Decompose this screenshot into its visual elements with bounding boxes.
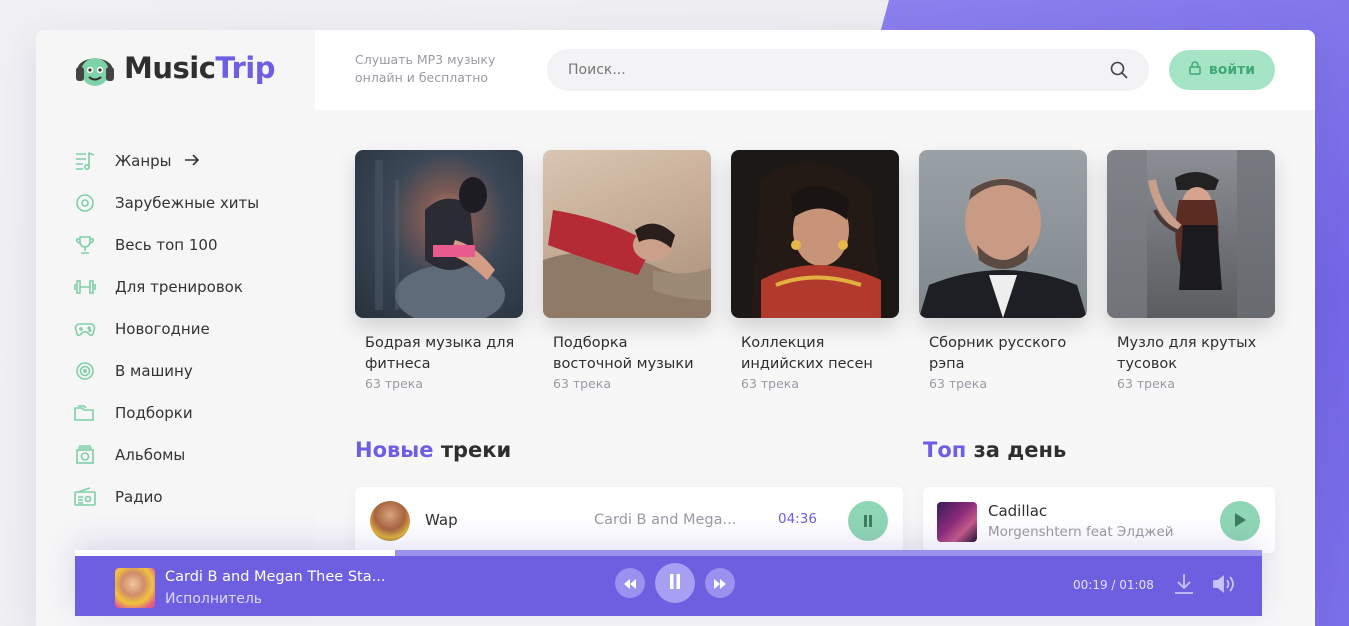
sidebar-item-label: Жанры [115,152,172,170]
trophy-icon [73,233,97,257]
track-title: Wap [425,511,458,529]
login-button[interactable]: войти [1169,50,1275,90]
collection-card[interactable]: Бодрая музыка для фитнеса 63 трека [355,150,523,391]
search-input[interactable] [547,49,1099,91]
sidebar-item-label: В машину [115,362,193,380]
sidebar-item-newyear[interactable]: Новогодние [73,308,259,350]
sidebar-item-label: Весь топ 100 [115,236,218,254]
collection-count: 63 трека [553,376,611,391]
collection-title: Музло для крутых тусовок [1117,335,1257,372]
radio-icon [73,485,97,509]
rewind-icon [624,574,636,593]
lock-icon [1189,61,1201,79]
play-icon [1234,512,1246,531]
sidebar: MusicTrip Жанры Зарубежные хиты Весь топ… [36,30,315,626]
top-track-row[interactable]: Cadillac Morgenshtern feat Элджей [923,487,1275,553]
collection-count: 63 трека [741,376,799,391]
collection-count: 63 трека [1117,376,1175,391]
logo-text: MusicTrip [124,51,276,85]
top-track-title: Cadillac [988,502,1048,520]
player-progress-bar[interactable] [75,550,1262,556]
fast-forward-icon [714,574,726,593]
track-duration: 04:36 [778,511,817,527]
logo-text-trip: Trip [215,51,276,85]
sidebar-item-radio[interactable]: Радио [73,476,259,518]
pause-icon [669,573,681,593]
genres-icon [73,149,97,173]
collection-title: Бодрая музыка для фитнеса [365,335,515,372]
top-track-artist: Morgenshtern feat Элджей [988,524,1174,540]
collection-count: 63 трека [365,376,423,391]
collection-card[interactable]: Подборка восточной музыки 63 трека [543,150,711,391]
previous-button[interactable] [615,568,645,598]
collection-title: Сборник русского рэпа [929,335,1067,372]
collection-title: Коллекция индийских песен [741,335,873,372]
player-artwork [115,568,155,608]
download-icon[interactable] [1172,572,1196,596]
player-track-title: Cardi B and Megan Thee Sta... [165,569,386,585]
new-tracks-heading-rest: треки [440,438,512,462]
collection-image-indian [731,150,899,318]
collection-count: 63 трека [929,376,987,391]
sidebar-item-workout[interactable]: Для тренировок [73,266,259,308]
disc-icon [73,191,97,215]
player-track-artist: Исполнитель [165,591,263,607]
collection-card[interactable]: Коллекция индийских песен 63 трека [731,150,899,391]
arrow-right-icon [184,151,200,172]
sidebar-item-top100[interactable]: Весь топ 100 [73,224,259,266]
sidebar-nav: Жанры Зарубежные хиты Весь топ 100 Для т… [73,140,259,518]
collection-image-rap [919,150,1087,318]
top-day-heading: Топ за день [923,438,1066,462]
site-tagline: Слушать MP3 музыку онлайн и бесплатно [355,52,496,85]
gamepad-icon [73,317,97,341]
wheel-icon [73,359,97,383]
sidebar-item-genres[interactable]: Жанры [73,140,259,182]
collection-card[interactable]: Музло для крутых тусовок 63 трека [1107,150,1275,391]
sidebar-item-albums[interactable]: Альбомы [73,434,259,476]
player-time: 00:19 / 01:08 [1073,578,1154,592]
sidebar-item-collections[interactable]: Подборки [73,392,259,434]
sidebar-item-label: Новогодние [115,320,210,338]
top-day-heading-accent: Топ [923,438,967,462]
login-label: войти [1208,62,1256,78]
new-tracks-heading: Новые треки [355,438,511,462]
dumbbell-icon [73,275,97,299]
logo-headphones-icon [74,47,116,89]
sidebar-item-label: Зарубежные хиты [115,194,260,212]
collection-image-party [1107,150,1275,318]
top-track-artwork [937,502,977,542]
track-row[interactable]: Wap Cardi B and Mega... 04:36 [355,487,903,553]
search-icon[interactable] [1099,50,1139,90]
sidebar-item-car[interactable]: В машину [73,350,259,392]
play-button[interactable] [1220,501,1260,541]
next-button[interactable] [705,568,735,598]
logo-text-music: Music [124,51,216,85]
search-bar [547,49,1149,91]
album-icon [73,443,97,467]
folder-icon [73,401,97,425]
app-window: MusicTrip Жанры Зарубежные хиты Весь топ… [36,30,1315,626]
top-day-heading-rest: за день [973,438,1067,462]
sidebar-item-label: Для тренировок [115,278,243,296]
track-artwork [370,501,410,541]
header: Слушать MP3 музыку онлайн и бесплатно во… [315,30,1315,110]
collection-image-fitness [355,150,523,318]
sidebar-item-label: Альбомы [115,446,186,464]
sidebar-item-label: Радио [115,488,163,506]
collection-title: Подборка восточной музыки [553,335,694,372]
pause-icon [863,512,873,531]
player-progress-fill [75,550,396,556]
logo[interactable]: MusicTrip [74,44,276,92]
collections-grid: Бодрая музыка для фитнеса 63 трека Подбо… [355,150,1275,391]
sidebar-item-foreign-hits[interactable]: Зарубежные хиты [73,182,259,224]
collection-card[interactable]: Сборник русского рэпа 63 трека [919,150,1087,391]
play-pause-button[interactable] [655,563,695,603]
track-artist: Cardi B and Mega... [594,512,737,528]
player-bar: Cardi B and Megan Thee Sta... Исполнител… [75,550,1262,616]
sidebar-item-label: Подборки [115,404,193,422]
pause-button[interactable] [848,501,888,541]
volume-icon[interactable] [1211,572,1237,596]
collection-image-oriental [543,150,711,318]
new-tracks-heading-accent: Новые [355,438,434,462]
